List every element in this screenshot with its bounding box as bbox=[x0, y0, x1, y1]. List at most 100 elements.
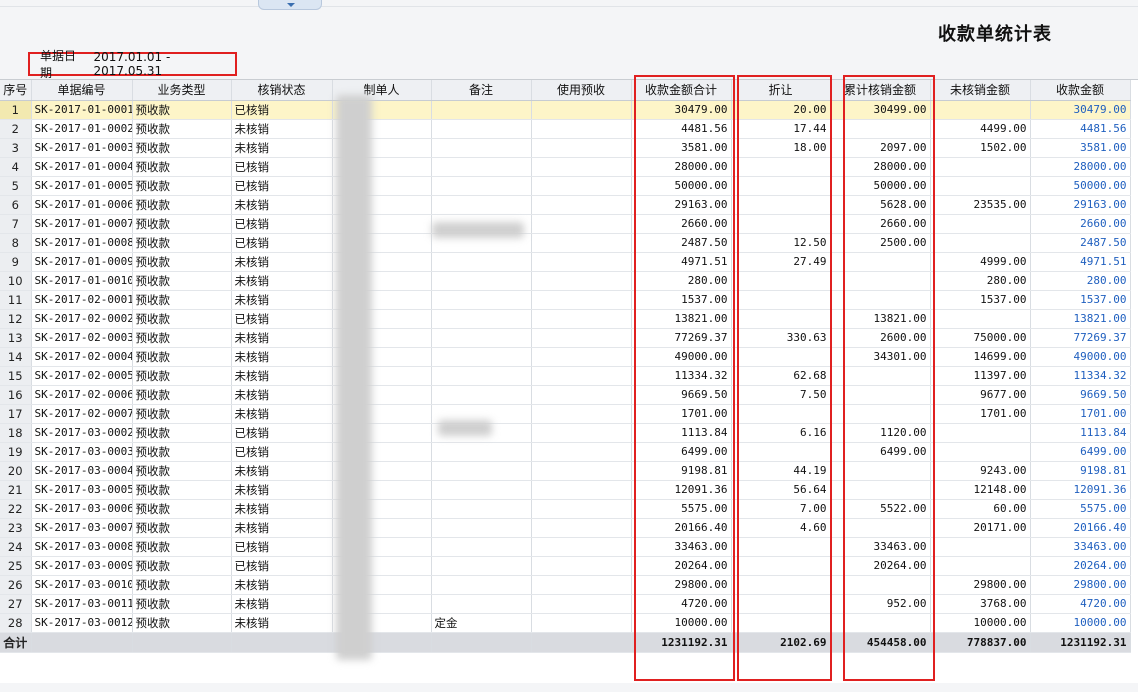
row-status[interactable]: 未核销 bbox=[231, 195, 333, 215]
row-status[interactable]: 未核销 bbox=[231, 404, 333, 424]
row-type[interactable]: 预收款 bbox=[132, 575, 232, 595]
row-note[interactable] bbox=[431, 575, 532, 595]
row-discount[interactable]: 17.44 bbox=[731, 119, 831, 139]
row-unverified[interactable]: 9677.00 bbox=[930, 385, 1031, 405]
row-amount[interactable]: 9198.81 bbox=[1030, 461, 1131, 481]
row-type[interactable]: 预收款 bbox=[132, 271, 232, 291]
row-total[interactable]: 77269.37 bbox=[631, 328, 732, 348]
row-discount[interactable] bbox=[731, 271, 831, 291]
row-status[interactable]: 已核销 bbox=[231, 556, 333, 576]
row-unverified[interactable]: 1701.00 bbox=[930, 404, 1031, 424]
table-row[interactable]: 3 SK-2017-01-0003 预收款 未核销 3581.00 18.00 2097.0… bbox=[0, 138, 1131, 158]
row-prepay[interactable] bbox=[531, 138, 632, 158]
row-discount[interactable]: 7.00 bbox=[731, 499, 831, 519]
row-verified[interactable] bbox=[830, 575, 931, 595]
row-discount[interactable]: 6.16 bbox=[731, 423, 831, 443]
row-maker[interactable] bbox=[332, 594, 432, 614]
table-row[interactable]: 14 SK-2017-02-0004 预收款 未核销 49000.00 34301.00 1… bbox=[0, 347, 1131, 367]
row-verified[interactable]: 952.00 bbox=[830, 594, 931, 614]
row-unverified[interactable]: 1502.00 bbox=[930, 138, 1031, 158]
row-prepay[interactable] bbox=[531, 100, 632, 120]
row-code[interactable]: SK-2017-01-0004 bbox=[31, 157, 133, 177]
row-maker[interactable] bbox=[332, 499, 432, 519]
row-code[interactable]: SK-2017-01-0005 bbox=[31, 176, 133, 196]
row-unverified[interactable] bbox=[930, 309, 1031, 329]
row-verified[interactable] bbox=[830, 613, 931, 633]
row-note[interactable] bbox=[431, 556, 532, 576]
row-amount[interactable]: 50000.00 bbox=[1030, 176, 1131, 196]
row-verified[interactable]: 20264.00 bbox=[830, 556, 931, 576]
row-status[interactable]: 未核销 bbox=[231, 328, 333, 348]
row-status[interactable]: 未核销 bbox=[231, 119, 333, 139]
row-status[interactable]: 未核销 bbox=[231, 594, 333, 614]
row-type[interactable]: 预收款 bbox=[132, 100, 232, 120]
row-code[interactable]: SK-2017-03-0004 bbox=[31, 461, 133, 481]
row-discount[interactable] bbox=[731, 309, 831, 329]
row-amount[interactable]: 77269.37 bbox=[1030, 328, 1131, 348]
row-code[interactable]: SK-2017-03-0010 bbox=[31, 575, 133, 595]
row-type[interactable]: 预收款 bbox=[132, 328, 232, 348]
row-seq[interactable]: 5 bbox=[0, 176, 32, 196]
row-seq[interactable]: 1 bbox=[0, 100, 32, 120]
row-prepay[interactable] bbox=[531, 195, 632, 215]
row-seq[interactable]: 24 bbox=[0, 537, 32, 557]
row-maker[interactable] bbox=[332, 347, 432, 367]
row-verified[interactable] bbox=[830, 271, 931, 291]
row-seq[interactable]: 10 bbox=[0, 271, 32, 291]
row-seq[interactable]: 20 bbox=[0, 461, 32, 481]
row-code[interactable]: SK-2017-02-0002 bbox=[31, 309, 133, 329]
row-prepay[interactable] bbox=[531, 480, 632, 500]
row-type[interactable]: 预收款 bbox=[132, 423, 232, 443]
row-code[interactable]: SK-2017-02-0001 bbox=[31, 290, 133, 310]
row-status[interactable]: 未核销 bbox=[231, 518, 333, 538]
row-total[interactable]: 6499.00 bbox=[631, 442, 732, 462]
row-unverified[interactable]: 3768.00 bbox=[930, 594, 1031, 614]
row-verified[interactable] bbox=[830, 119, 931, 139]
table-row[interactable]: 25 SK-2017-03-0009 预收款 已核销 20264.00 20264.00 2… bbox=[0, 556, 1131, 576]
row-note[interactable] bbox=[431, 347, 532, 367]
table-row[interactable]: 4 SK-2017-01-0004 预收款 已核销 28000.00 28000.00 28… bbox=[0, 157, 1131, 177]
row-status[interactable]: 未核销 bbox=[231, 499, 333, 519]
row-amount[interactable]: 2487.50 bbox=[1030, 233, 1131, 253]
row-total[interactable]: 20166.40 bbox=[631, 518, 732, 538]
row-code[interactable]: SK-2017-01-0008 bbox=[31, 233, 133, 253]
row-amount[interactable]: 1701.00 bbox=[1030, 404, 1131, 424]
row-prepay[interactable] bbox=[531, 290, 632, 310]
row-total[interactable]: 49000.00 bbox=[631, 347, 732, 367]
row-type[interactable]: 预收款 bbox=[132, 499, 232, 519]
row-amount[interactable]: 20166.40 bbox=[1030, 518, 1131, 538]
row-maker[interactable] bbox=[332, 575, 432, 595]
row-maker[interactable] bbox=[332, 404, 432, 424]
table-row[interactable]: 19 SK-2017-03-0003 预收款 已核销 6499.00 6499.00 649… bbox=[0, 442, 1131, 462]
row-discount[interactable]: 20.00 bbox=[731, 100, 831, 120]
row-maker[interactable] bbox=[332, 138, 432, 158]
row-seq[interactable]: 2 bbox=[0, 119, 32, 139]
row-note[interactable] bbox=[431, 385, 532, 405]
row-unverified[interactable] bbox=[930, 537, 1031, 557]
row-code[interactable]: SK-2017-01-0010 bbox=[31, 271, 133, 291]
row-unverified[interactable]: 60.00 bbox=[930, 499, 1031, 519]
row-discount[interactable]: 18.00 bbox=[731, 138, 831, 158]
row-code[interactable]: SK-2017-03-0011 bbox=[31, 594, 133, 614]
row-code[interactable]: SK-2017-03-0012 bbox=[31, 613, 133, 633]
row-total[interactable]: 33463.00 bbox=[631, 537, 732, 557]
row-prepay[interactable] bbox=[531, 214, 632, 234]
row-verified[interactable]: 33463.00 bbox=[830, 537, 931, 557]
row-maker[interactable] bbox=[332, 537, 432, 557]
row-total[interactable]: 28000.00 bbox=[631, 157, 732, 177]
table-row[interactable]: 18 SK-2017-03-0002 预收款 已核销 1113.84 6.16 1120.0… bbox=[0, 423, 1131, 443]
row-status[interactable]: 已核销 bbox=[231, 157, 333, 177]
row-seq[interactable]: 23 bbox=[0, 518, 32, 538]
row-status[interactable]: 已核销 bbox=[231, 423, 333, 443]
col-header-code[interactable]: 单据编号 bbox=[31, 80, 133, 101]
row-verified[interactable]: 34301.00 bbox=[830, 347, 931, 367]
row-prepay[interactable] bbox=[531, 499, 632, 519]
row-status[interactable]: 未核销 bbox=[231, 271, 333, 291]
row-code[interactable]: SK-2017-03-0002 bbox=[31, 423, 133, 443]
col-header-note[interactable]: 备注 bbox=[431, 80, 532, 101]
row-verified[interactable] bbox=[830, 461, 931, 481]
row-prepay[interactable] bbox=[531, 461, 632, 481]
row-note[interactable] bbox=[431, 195, 532, 215]
row-amount[interactable]: 29163.00 bbox=[1030, 195, 1131, 215]
row-verified[interactable]: 2097.00 bbox=[830, 138, 931, 158]
